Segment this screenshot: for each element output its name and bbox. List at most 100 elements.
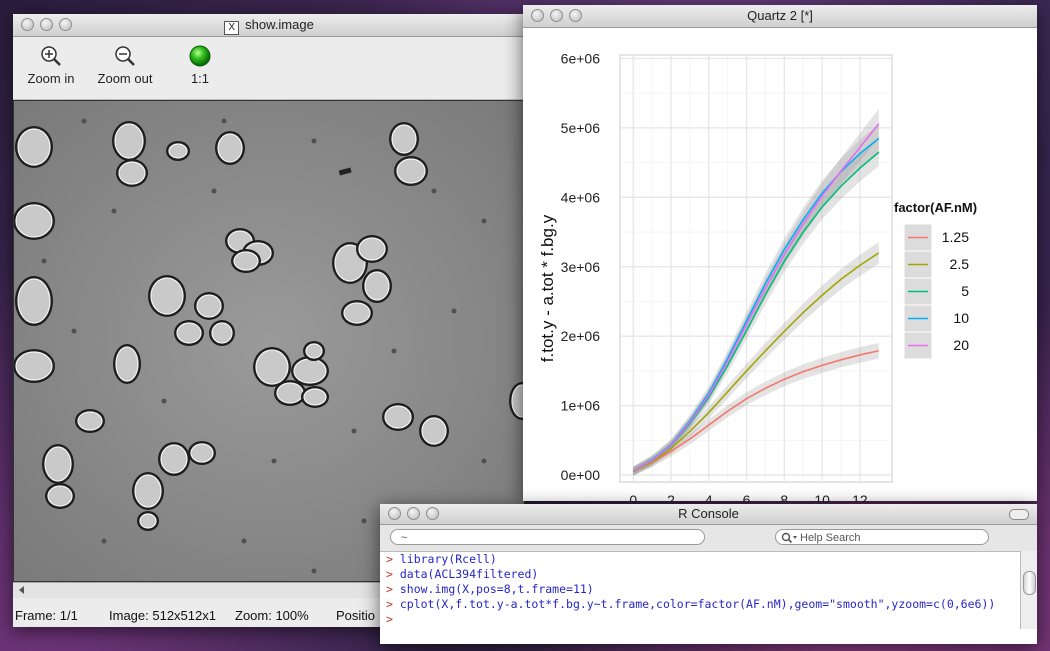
cell-outline — [211, 322, 233, 344]
debris-dot — [81, 118, 87, 124]
cell-outline — [384, 405, 412, 429]
window-title: Xshow.image — [13, 14, 525, 36]
quartz-window: Quartz 2 [*] 0 2 4 6 8 10 12 0e+00 1e+06 2e+06 3e+… — [523, 5, 1037, 530]
cell-outline — [421, 417, 447, 445]
cell-outline — [150, 277, 184, 315]
x-tick-label: 0 — [629, 492, 637, 502]
cell-outline — [114, 123, 144, 159]
debris-dot — [481, 458, 487, 464]
green-dot-icon — [189, 45, 211, 67]
cell-outline — [139, 513, 157, 529]
debris-dot — [271, 458, 277, 464]
frame-status: Frame: 1/1 — [15, 608, 78, 623]
r-console-title: R Console — [678, 506, 739, 521]
zoom-in-label: Zoom in — [27, 71, 75, 86]
search-icon — [781, 532, 797, 544]
help-search-input[interactable]: Help Search — [775, 529, 989, 545]
console-prompt: > — [386, 582, 393, 596]
x11-icon: X — [224, 21, 240, 35]
console-command: library(Rcell) — [392, 552, 497, 566]
legend-label: 2.5 — [950, 256, 970, 272]
console-command — [393, 612, 400, 626]
cell-outline — [44, 446, 72, 482]
x-tick-label: 12 — [852, 492, 868, 502]
x-tick-label: 4 — [705, 492, 713, 502]
position-status: Positio — [336, 608, 376, 623]
image-toolbar: Zoom in Zoom out 1:1 — [13, 37, 525, 100]
show-image-title: show.image — [245, 17, 314, 32]
scroll-thumb[interactable] — [1023, 571, 1036, 595]
cell-outline — [217, 133, 243, 163]
cell-outline — [115, 346, 139, 382]
console-line: > data(ACL394filtered) — [386, 567, 995, 582]
legend-label: 20 — [953, 337, 969, 353]
cell-outline — [134, 474, 162, 508]
console-line: > cplot(X,f.tot.y-a.tot*f.bg.y~t.frame,c… — [386, 597, 995, 612]
show-image-titlebar[interactable]: Xshow.image — [13, 14, 525, 37]
console-command: cplot(X,f.tot.y-a.tot*f.bg.y~t.frame,col… — [392, 597, 996, 611]
cell-outline — [276, 382, 304, 404]
working-directory-field[interactable]: ~ — [390, 529, 705, 545]
console-prompt: > — [386, 552, 393, 566]
console-command: show.img(X,pos=8,t.frame=11) — [392, 582, 594, 596]
console-line: > show.img(X,pos=8,t.frame=11) — [386, 582, 995, 597]
cell-outline — [293, 358, 327, 384]
zoom-out-button[interactable]: Zoom out — [93, 41, 157, 86]
actual-size-button[interactable]: 1:1 — [185, 41, 215, 86]
cell-outline — [47, 485, 73, 507]
debris-dot — [41, 258, 47, 264]
debris-dot — [311, 138, 317, 144]
console-command: data(ACL394filtered) — [392, 567, 539, 581]
console-prompt: > — [386, 567, 393, 581]
cell-outline — [17, 278, 51, 324]
y-tick-label: 4e+06 — [561, 189, 601, 205]
image-size-status: Image: 512x512x1 — [109, 608, 216, 623]
console-prompt: > — [386, 597, 393, 611]
toolbar-toggle-button[interactable] — [1009, 509, 1029, 520]
quartz-titlebar[interactable]: Quartz 2 [*] — [523, 5, 1037, 28]
zoom-status: Zoom: 100% — [235, 608, 309, 623]
cell-outline — [233, 251, 259, 271]
cell-outline — [190, 443, 214, 463]
cell-outline — [17, 128, 51, 166]
debris-dot — [241, 538, 247, 544]
console-toolbar: ~ Help Search — [380, 525, 1037, 552]
debris-dot — [221, 118, 227, 124]
debris-dot — [311, 568, 317, 574]
console-line: > library(Rcell) — [386, 552, 995, 567]
debris-dot — [431, 188, 437, 194]
cell-outline — [118, 161, 146, 185]
y-axis-title: f.tot.y - a.tot * f.bg.y — [538, 214, 557, 362]
r-console-titlebar[interactable]: R Console — [380, 504, 1037, 525]
zoom-out-icon — [115, 46, 135, 66]
debris-dot — [101, 538, 107, 544]
scroll-left-icon[interactable] — [15, 583, 29, 597]
cell-outline — [176, 322, 202, 344]
debris-dot — [481, 218, 487, 224]
console-output[interactable]: > library(Rcell) > data(ACL394filtered) > … — [386, 552, 995, 627]
y-tick-label: 5e+06 — [561, 120, 601, 136]
cell-outline — [396, 158, 426, 184]
help-search-placeholder: Help Search — [800, 532, 861, 544]
cell-outline — [358, 237, 386, 261]
x-tick-label: 8 — [780, 492, 788, 502]
x-tick-label: 10 — [814, 492, 830, 502]
debris-dot — [391, 348, 397, 354]
cell-outline — [168, 143, 188, 159]
debris-dot — [71, 328, 77, 334]
cell-outline — [15, 204, 53, 238]
x-tick-label: 6 — [743, 492, 751, 502]
actual-size-label: 1:1 — [190, 71, 210, 86]
vertical-scrollbar[interactable] — [1020, 551, 1037, 629]
smooth-line-chart: 0 2 4 6 8 10 12 0e+00 1e+06 2e+06 3e+06 4e+06 5e+06 6… — [538, 50, 977, 530]
cell-outline — [391, 124, 417, 154]
zoom-in-button[interactable]: Zoom in — [23, 41, 79, 86]
debris-dot — [361, 518, 367, 524]
cell-outline — [77, 411, 103, 431]
cell-outline — [303, 388, 327, 406]
cell-outline — [305, 343, 323, 359]
console-line: > — [386, 612, 995, 627]
r-console-window: R Console ~ Help Search > library(Rcell)… — [380, 504, 1037, 644]
debris-dot — [451, 308, 457, 314]
cell-outline — [15, 351, 53, 381]
